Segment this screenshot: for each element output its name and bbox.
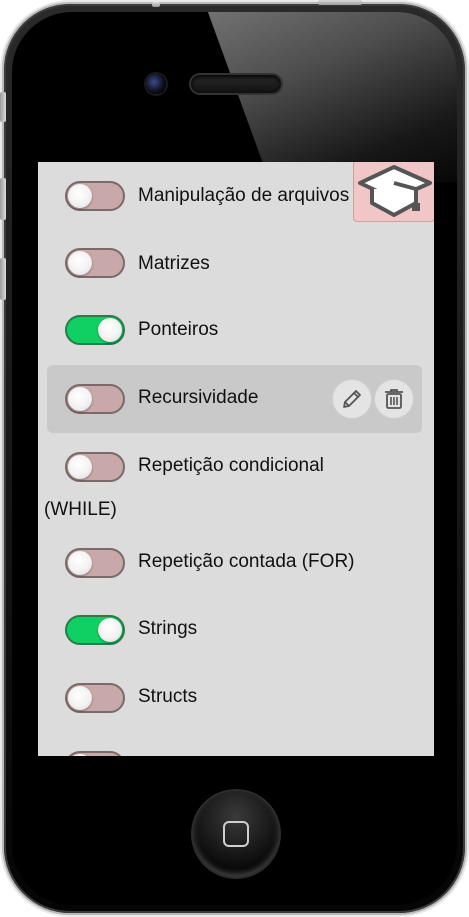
top-notch (152, 2, 160, 7)
toggle-knob (68, 686, 92, 710)
topic-toggle[interactable] (65, 248, 125, 278)
topic-toggle[interactable] (65, 683, 125, 713)
toggle-knob (68, 387, 92, 411)
power-button (318, 0, 362, 5)
topic-toggle[interactable] (65, 548, 125, 578)
toggle-knob (68, 184, 92, 208)
topic-label: Recursividade (138, 387, 259, 408)
topic-label: Manipulação de arquivos (138, 185, 350, 206)
glass-reflection (204, 12, 457, 182)
mute-switch (0, 92, 6, 122)
toggle-knob (68, 251, 92, 275)
list-item: Repetição contada (FOR) (47, 529, 422, 595)
topic-toggle[interactable] (65, 751, 125, 756)
list-item-selected: Recursividade (47, 365, 422, 433)
list-item: Strings (47, 596, 422, 662)
edit-button[interactable] (333, 380, 371, 418)
pencil-icon (343, 390, 361, 408)
toggle-knob (98, 318, 122, 342)
topic-toggle[interactable] (65, 615, 125, 645)
volume-up-button (0, 178, 6, 220)
topic-label: Strings (138, 618, 198, 639)
volume-down-button (0, 258, 6, 300)
toggle-knob (98, 618, 122, 642)
list-item: Ponteiros (47, 296, 422, 362)
topic-label: Ponteiros (138, 319, 219, 340)
topic-label: Structs (138, 686, 198, 707)
trash-icon (385, 389, 403, 409)
home-square-icon (223, 821, 249, 847)
app-screen: Manipulação de arquivos Matrizes Ponteir… (38, 162, 434, 756)
app-logo[interactable] (353, 162, 434, 222)
topic-toggle[interactable] (65, 452, 125, 482)
topic-label: Matrizes (138, 253, 210, 274)
toggle-knob (68, 754, 92, 756)
earpiece-speaker (191, 75, 281, 93)
topic-label-continued: (WHILE) (44, 499, 117, 520)
topic-label: Repetição condicional (138, 455, 324, 476)
delete-button[interactable] (375, 380, 413, 418)
topic-toggle[interactable] (65, 181, 125, 211)
list-item: Structs (47, 664, 422, 730)
list-item: Matrizes (47, 229, 422, 295)
topic-toggle[interactable] (65, 315, 125, 345)
toggle-knob (68, 551, 92, 575)
graduation-cap-icon (358, 165, 432, 217)
front-camera (146, 74, 166, 94)
topic-toggle[interactable] (65, 384, 125, 414)
toggle-knob (68, 455, 92, 479)
topic-label: Repetição contada (FOR) (138, 551, 355, 572)
list-item-partial (47, 731, 422, 756)
